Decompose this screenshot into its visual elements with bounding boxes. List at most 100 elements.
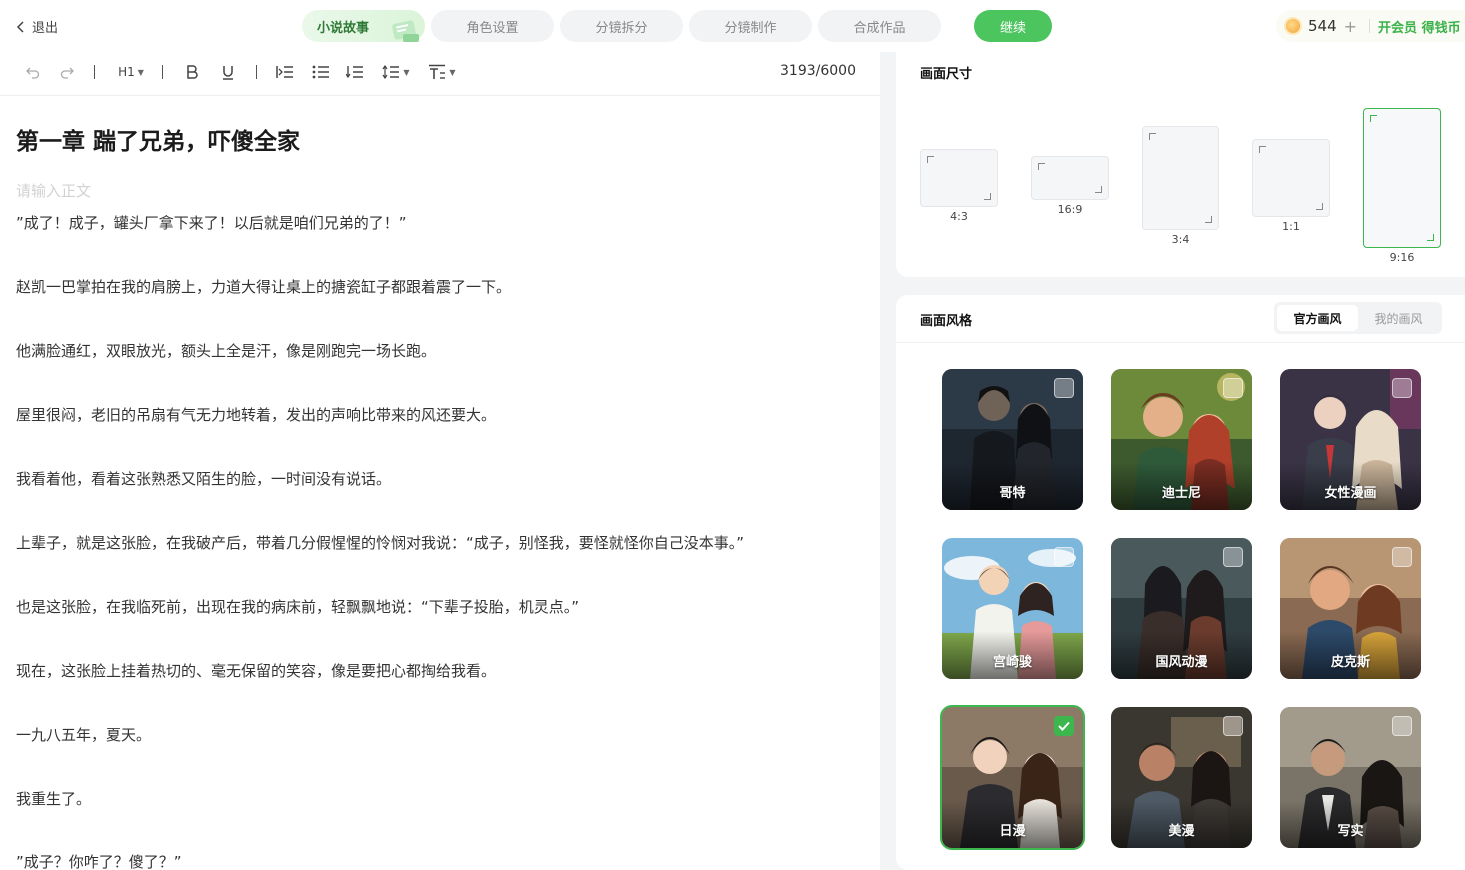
step-label: 角色设置 <box>466 20 519 36</box>
heading-dropdown[interactable]: H1 ▼ <box>114 61 148 83</box>
checkbox[interactable] <box>1054 378 1074 398</box>
toolbar-separator <box>256 65 257 79</box>
panel-divider <box>880 52 896 870</box>
style-card-guofeng-anime[interactable]: 国风动漫 <box>1111 538 1252 679</box>
ratio-preview <box>1363 108 1441 248</box>
tab-my-styles[interactable]: 我的画风 <box>1358 305 1439 331</box>
ratio-preview <box>1031 156 1109 200</box>
canvas-style-panel: 画面风格 官方画风 我的画风 哥特 迪士尼 女性漫画 宫崎骏 国风动漫 皮克斯 … <box>896 295 1465 870</box>
paragraph[interactable]: 上辈子，就是这张脸，在我破产后，带着几分假惺惺的怜悯对我说：“成子，别怪我，要怪… <box>16 532 744 553</box>
text-format-icon <box>429 64 446 79</box>
exit-button[interactable]: 退出 <box>16 17 58 36</box>
tab-official-styles[interactable]: 官方画风 <box>1277 305 1358 331</box>
step-novel-story[interactable]: 小说故事 <box>302 10 425 42</box>
toolbar-separator <box>94 65 95 79</box>
vip-link[interactable]: 开会员 得钱币 <box>1378 17 1461 36</box>
paragraph[interactable]: ”成了！成子，罐头厂拿下来了！以后就是咱们兄弟的了！” <box>16 212 407 233</box>
checkbox[interactable] <box>1392 547 1412 567</box>
chapter-title[interactable]: 第一章 踹了兄弟，吓傻全家 <box>16 122 300 156</box>
step-label: 合成作品 <box>853 20 906 36</box>
style-label: 迪士尼 <box>1161 486 1201 501</box>
body-placeholder[interactable]: 请输入正文 <box>16 180 91 201</box>
style-card-realistic[interactable]: 写实 <box>1280 707 1421 848</box>
ordered-list-icon[interactable] <box>344 61 366 83</box>
ratio-label: 9:16 <box>1389 251 1415 264</box>
workflow-steps: 小说故事 角色设置 分镜拆分 分镜制作 合成作品 <box>302 10 941 42</box>
caret-down-icon: ▼ <box>449 67 456 77</box>
style-card-pixar[interactable]: 皮克斯 <box>1280 538 1421 679</box>
ratio-option-1-1[interactable]: 1:1 <box>1252 139 1330 233</box>
checkbox[interactable] <box>1223 378 1243 398</box>
checkbox-checked[interactable] <box>1054 716 1074 736</box>
checkbox[interactable] <box>1392 716 1412 736</box>
style-label: 哥特 <box>999 486 1026 501</box>
style-card-miyazaki[interactable]: 宫崎骏 <box>942 538 1083 679</box>
style-tabs: 官方画风 我的画风 <box>1274 302 1442 334</box>
style-card-shoujo-manga[interactable]: 女性漫画 <box>1280 369 1421 510</box>
ratio-label: 16:9 <box>1057 203 1083 216</box>
step-character-settings[interactable]: 角色设置 <box>431 10 554 42</box>
style-label: 日漫 <box>999 824 1026 839</box>
underline-icon[interactable] <box>218 61 238 83</box>
add-coins-button[interactable]: + <box>1344 17 1357 36</box>
style-label: 国风动漫 <box>1155 655 1208 670</box>
step-storyboard-make[interactable]: 分镜制作 <box>689 10 812 42</box>
coin-icon <box>1284 17 1302 35</box>
style-label: 写实 <box>1337 824 1364 839</box>
ratio-preview <box>1142 126 1219 230</box>
paragraph[interactable]: 他满脸通红，双眼放光，额头上全是汗，像是刚跑完一场长跑。 <box>16 340 436 361</box>
continue-button[interactable]: 继续 <box>974 10 1052 42</box>
checkbox[interactable] <box>1223 716 1243 736</box>
panel-title: 画面风格 <box>920 314 973 329</box>
caret-down-icon: ▼ <box>137 67 144 77</box>
paragraph[interactable]: 一九八五年，夏天。 <box>16 724 151 745</box>
bold-icon[interactable] <box>182 61 202 83</box>
document-decoration-icon <box>392 20 419 42</box>
style-card-american-comics[interactable]: 美漫 <box>1111 707 1252 848</box>
paragraph[interactable]: 现在，这张脸上挂着热切的、毫无保留的笑容，像是要把心都掏给我看。 <box>16 660 496 681</box>
line-height-dropdown[interactable]: ▼ <box>380 61 412 83</box>
caret-down-icon: ▼ <box>403 67 410 77</box>
style-label: 美漫 <box>1168 824 1195 839</box>
paragraph[interactable]: 也是这张脸，在我临死前，出现在我的病床前，轻飘飘地说：“下辈子投胎，机灵点。” <box>16 596 579 617</box>
style-card-gothic[interactable]: 哥特 <box>942 369 1083 510</box>
paragraph[interactable]: 屋里很闷，老旧的吊扇有气无力地转着，发出的声响比带来的风还要大。 <box>16 404 496 425</box>
editor-panel: H1 ▼ ▼ ▼ 3193/6000 第一章 踹了兄弟，吓傻全家 请输入正文 ”… <box>0 52 880 870</box>
ratio-option-16-9[interactable]: 16:9 <box>1031 156 1109 216</box>
paragraph[interactable]: 我看着他，看着这张熟悉又陌生的脸，一时间没有说话。 <box>16 468 391 489</box>
checkbox[interactable] <box>1054 547 1074 567</box>
bullet-list-icon[interactable] <box>310 61 332 83</box>
line-height-icon <box>382 65 400 79</box>
step-storyboard-split[interactable]: 分镜拆分 <box>560 10 683 42</box>
paragraph[interactable]: 我重生了。 <box>16 788 91 809</box>
ratio-label: 1:1 <box>1282 220 1300 233</box>
undo-icon[interactable] <box>24 61 42 83</box>
top-bar: 退出 小说故事 角色设置 分镜拆分 分镜制作 合成作品 继续 544 + 开会员… <box>0 0 1465 52</box>
ratio-preview <box>920 149 998 207</box>
paragraph[interactable]: ”成子？你咋了？傻了？” <box>16 851 182 870</box>
divider <box>896 342 1465 343</box>
style-label: 宫崎骏 <box>992 655 1032 670</box>
coin-count: 544 <box>1308 17 1337 35</box>
style-label: 皮克斯 <box>1330 655 1370 670</box>
step-label: 分镜拆分 <box>595 20 648 36</box>
step-compose-work[interactable]: 合成作品 <box>818 10 941 42</box>
indent-icon[interactable] <box>274 61 296 83</box>
step-label: 分镜制作 <box>724 20 777 36</box>
style-card-japanese-anime[interactable]: 日漫 <box>940 705 1085 850</box>
checkbox[interactable] <box>1392 378 1412 398</box>
heading-label: H1 <box>118 65 135 79</box>
chevron-left-icon <box>16 20 24 33</box>
paragraph[interactable]: 赵凯一巴掌拍在我的肩膀上，力道大得让桌上的搪瓷缸子都跟着震了一下。 <box>16 276 511 297</box>
word-counter: 3193/6000 <box>780 63 856 79</box>
divider <box>1369 19 1371 33</box>
checkbox[interactable] <box>1223 547 1243 567</box>
style-label: 女性漫画 <box>1324 486 1377 501</box>
ratio-option-3-4[interactable]: 3:4 <box>1142 126 1219 246</box>
ratio-label: 4:3 <box>950 210 968 223</box>
redo-icon[interactable] <box>58 61 76 83</box>
style-card-disney[interactable]: 迪士尼 <box>1111 369 1252 510</box>
text-format-dropdown[interactable]: ▼ <box>426 61 458 83</box>
ratio-option-9-16[interactable]: 9:16 <box>1363 108 1441 264</box>
ratio-option-4-3[interactable]: 4:3 <box>920 149 998 223</box>
